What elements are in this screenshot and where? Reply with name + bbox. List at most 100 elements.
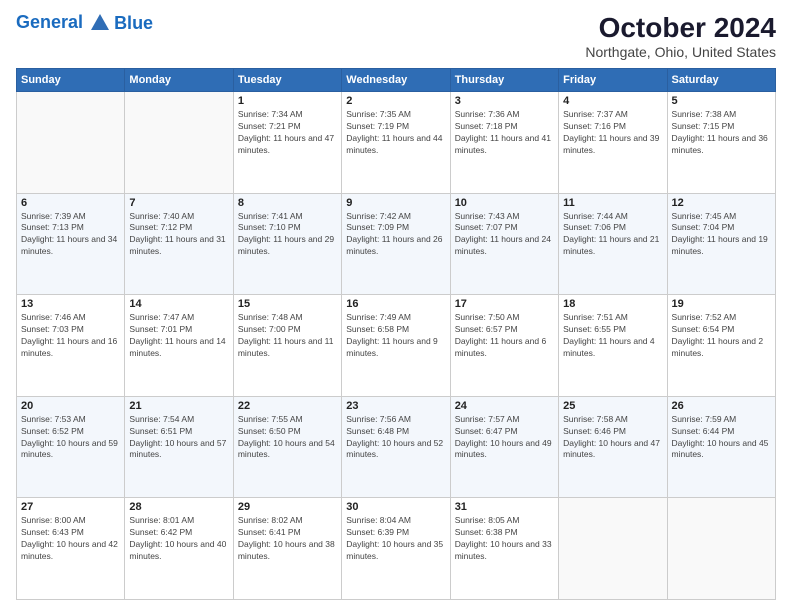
day-number: 2	[346, 95, 445, 107]
day-info: Sunrise: 7:47 AM Sunset: 7:01 PM Dayligh…	[129, 312, 228, 360]
calendar-cell: 14 Sunrise: 7:47 AM Sunset: 7:01 PM Dayli…	[125, 295, 233, 397]
day-number: 4	[563, 95, 662, 107]
calendar-week-5: 27Sunrise: 8:00 AM Sunset: 6:43 PM Dayli…	[17, 498, 776, 600]
day-number: 31	[455, 501, 554, 513]
day-number: 6	[21, 197, 120, 209]
day-number: 24	[455, 400, 554, 412]
day-number: 16	[346, 298, 445, 310]
main-title: October 2024	[585, 12, 776, 44]
calendar-cell: 28 Sunrise: 8:01 AM Sunset: 6:42 PM Dayli…	[125, 498, 233, 600]
day-number: 14	[129, 298, 228, 310]
day-info: Sunrise: 7:57 AM Sunset: 6:47 PM Dayligh…	[455, 414, 554, 462]
calendar-week-2: 6 Sunrise: 7:39 AM Sunset: 7:13 PM Daylig…	[17, 193, 776, 295]
day-info: Sunrise: 7:41 AM Sunset: 7:10 PM Dayligh…	[238, 211, 337, 259]
calendar-cell: 3 Sunrise: 7:36 AM Sunset: 7:18 PM Daylig…	[450, 92, 558, 194]
day-info: Sunrise: 7:55 AM Sunset: 6:50 PM Dayligh…	[238, 414, 337, 462]
calendar-cell: 1Sunrise: 7:34 AM Sunset: 7:21 PM Daylig…	[233, 92, 341, 194]
logo-text: General	[16, 12, 112, 34]
day-number: 18	[563, 298, 662, 310]
calendar-cell	[667, 498, 775, 600]
calendar-cell: 21 Sunrise: 7:54 AM Sunset: 6:51 PM Dayli…	[125, 396, 233, 498]
day-info: Sunrise: 8:00 AM Sunset: 6:43 PM Dayligh…	[21, 515, 120, 563]
day-number: 9	[346, 197, 445, 209]
calendar-cell: 27Sunrise: 8:00 AM Sunset: 6:43 PM Dayli…	[17, 498, 125, 600]
calendar-cell: 19 Sunrise: 7:52 AM Sunset: 6:54 PM Dayli…	[667, 295, 775, 397]
title-block: October 2024 Northgate, Ohio, United Sta…	[585, 12, 776, 60]
calendar-header-saturday: Saturday	[667, 69, 775, 92]
day-info: Sunrise: 7:43 AM Sunset: 7:07 PM Dayligh…	[455, 211, 554, 259]
calendar-cell	[559, 498, 667, 600]
day-info: Sunrise: 8:01 AM Sunset: 6:42 PM Dayligh…	[129, 515, 228, 563]
header: General Blue October 2024 Northgate, Ohi…	[16, 12, 776, 60]
day-info: Sunrise: 7:52 AM Sunset: 6:54 PM Dayligh…	[672, 312, 771, 360]
day-info: Sunrise: 7:50 AM Sunset: 6:57 PM Dayligh…	[455, 312, 554, 360]
day-number: 8	[238, 197, 337, 209]
calendar-header-wednesday: Wednesday	[342, 69, 450, 92]
calendar-cell: 10 Sunrise: 7:43 AM Sunset: 7:07 PM Dayli…	[450, 193, 558, 295]
logo-icon	[89, 12, 111, 34]
day-number: 1	[238, 95, 337, 107]
day-number: 21	[129, 400, 228, 412]
calendar-cell: 7Sunrise: 7:40 AM Sunset: 7:12 PM Daylig…	[125, 193, 233, 295]
day-number: 23	[346, 400, 445, 412]
calendar-cell: 13 Sunrise: 7:46 AM Sunset: 7:03 PM Dayli…	[17, 295, 125, 397]
day-info: Sunrise: 7:42 AM Sunset: 7:09 PM Dayligh…	[346, 211, 445, 259]
calendar-cell: 5Sunrise: 7:38 AM Sunset: 7:15 PM Daylig…	[667, 92, 775, 194]
day-info: Sunrise: 7:45 AM Sunset: 7:04 PM Dayligh…	[672, 211, 771, 259]
day-info: Sunrise: 7:58 AM Sunset: 6:46 PM Dayligh…	[563, 414, 662, 462]
day-number: 19	[672, 298, 771, 310]
calendar-cell: 15 Sunrise: 7:48 AM Sunset: 7:00 PM Dayli…	[233, 295, 341, 397]
calendar-cell: 31Sunrise: 8:05 AM Sunset: 6:38 PM Dayli…	[450, 498, 558, 600]
day-number: 3	[455, 95, 554, 107]
day-info: Sunrise: 7:37 AM Sunset: 7:16 PM Dayligh…	[563, 109, 662, 157]
calendar-week-1: 1Sunrise: 7:34 AM Sunset: 7:21 PM Daylig…	[17, 92, 776, 194]
calendar-header-thursday: Thursday	[450, 69, 558, 92]
day-info: Sunrise: 8:02 AM Sunset: 6:41 PM Dayligh…	[238, 515, 337, 563]
calendar-cell: 17Sunrise: 7:50 AM Sunset: 6:57 PM Dayli…	[450, 295, 558, 397]
day-info: Sunrise: 7:35 AM Sunset: 7:19 PM Dayligh…	[346, 109, 445, 157]
day-info: Sunrise: 7:49 AM Sunset: 6:58 PM Dayligh…	[346, 312, 445, 360]
day-number: 10	[455, 197, 554, 209]
calendar-cell: 12 Sunrise: 7:45 AM Sunset: 7:04 PM Dayli…	[667, 193, 775, 295]
calendar-cell: 2 Sunrise: 7:35 AM Sunset: 7:19 PM Daylig…	[342, 92, 450, 194]
day-number: 25	[563, 400, 662, 412]
calendar-cell: 8 Sunrise: 7:41 AM Sunset: 7:10 PM Daylig…	[233, 193, 341, 295]
calendar-cell: 22 Sunrise: 7:55 AM Sunset: 6:50 PM Dayli…	[233, 396, 341, 498]
day-info: Sunrise: 8:04 AM Sunset: 6:39 PM Dayligh…	[346, 515, 445, 563]
calendar-cell: 6 Sunrise: 7:39 AM Sunset: 7:13 PM Daylig…	[17, 193, 125, 295]
day-number: 15	[238, 298, 337, 310]
day-number: 29	[238, 501, 337, 513]
day-info: Sunrise: 7:36 AM Sunset: 7:18 PM Dayligh…	[455, 109, 554, 157]
logo-general: General	[16, 12, 83, 32]
day-info: Sunrise: 7:53 AM Sunset: 6:52 PM Dayligh…	[21, 414, 120, 462]
calendar-header-tuesday: Tuesday	[233, 69, 341, 92]
day-number: 13	[21, 298, 120, 310]
day-number: 28	[129, 501, 228, 513]
day-info: Sunrise: 7:39 AM Sunset: 7:13 PM Dayligh…	[21, 211, 120, 259]
calendar-cell: 24 Sunrise: 7:57 AM Sunset: 6:47 PM Dayli…	[450, 396, 558, 498]
day-number: 30	[346, 501, 445, 513]
calendar-header-monday: Monday	[125, 69, 233, 92]
day-info: Sunrise: 7:46 AM Sunset: 7:03 PM Dayligh…	[21, 312, 120, 360]
day-info: Sunrise: 7:48 AM Sunset: 7:00 PM Dayligh…	[238, 312, 337, 360]
calendar-week-4: 20Sunrise: 7:53 AM Sunset: 6:52 PM Dayli…	[17, 396, 776, 498]
calendar-week-3: 13 Sunrise: 7:46 AM Sunset: 7:03 PM Dayli…	[17, 295, 776, 397]
calendar-cell: 26 Sunrise: 7:59 AM Sunset: 6:44 PM Dayli…	[667, 396, 775, 498]
day-info: Sunrise: 7:54 AM Sunset: 6:51 PM Dayligh…	[129, 414, 228, 462]
calendar-cell: 25 Sunrise: 7:58 AM Sunset: 6:46 PM Dayli…	[559, 396, 667, 498]
day-info: Sunrise: 7:38 AM Sunset: 7:15 PM Dayligh…	[672, 109, 771, 157]
page: General Blue October 2024 Northgate, Ohi…	[0, 0, 792, 612]
day-number: 22	[238, 400, 337, 412]
day-number: 7	[129, 197, 228, 209]
calendar-cell: 18Sunrise: 7:51 AM Sunset: 6:55 PM Dayli…	[559, 295, 667, 397]
calendar-table: SundayMondayTuesdayWednesdayThursdayFrid…	[16, 68, 776, 600]
logo: General Blue	[16, 12, 153, 34]
subtitle: Northgate, Ohio, United States	[585, 44, 776, 60]
calendar-cell: 30 Sunrise: 8:04 AM Sunset: 6:39 PM Dayli…	[342, 498, 450, 600]
day-info: Sunrise: 7:56 AM Sunset: 6:48 PM Dayligh…	[346, 414, 445, 462]
calendar-cell: 9 Sunrise: 7:42 AM Sunset: 7:09 PM Daylig…	[342, 193, 450, 295]
day-number: 26	[672, 400, 771, 412]
day-info: Sunrise: 7:59 AM Sunset: 6:44 PM Dayligh…	[672, 414, 771, 462]
calendar-cell	[125, 92, 233, 194]
day-number: 12	[672, 197, 771, 209]
